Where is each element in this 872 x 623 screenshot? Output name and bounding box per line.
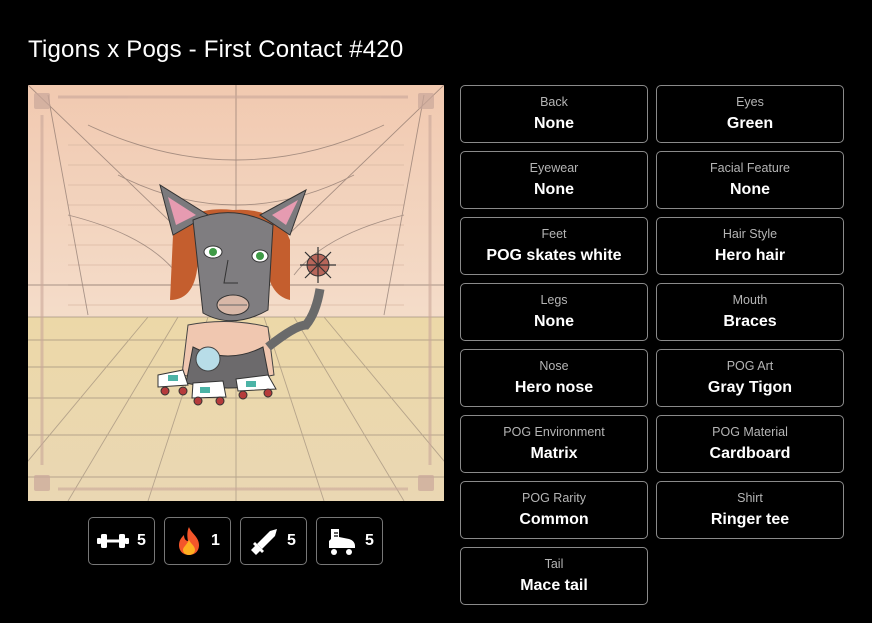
stat-strength: 5	[88, 517, 155, 565]
fire-icon	[179, 527, 200, 555]
trait-key: POG Environment	[503, 424, 605, 439]
trait-key: Back	[540, 94, 568, 109]
trait-value: Braces	[723, 312, 777, 330]
sword-icon	[251, 529, 278, 555]
stat-attack: 5	[240, 517, 307, 565]
skate-icon	[329, 529, 356, 555]
trait-card-pog-material[interactable]: POG Material Cardboard	[656, 415, 844, 473]
trait-value: Hero hair	[714, 246, 786, 264]
page-title: Tigons x Pogs - First Contact #420	[28, 36, 404, 64]
trait-card-feet[interactable]: Feet POG skates white	[460, 217, 648, 275]
nft-artwork	[28, 85, 444, 501]
traits-grid: Back None Eyes Green Eyewear None Facial Fe…	[460, 85, 844, 605]
nft-image	[28, 85, 444, 501]
trait-value: Common	[519, 510, 589, 528]
trait-value: Ringer tee	[710, 510, 790, 528]
stat-attack-value: 5	[287, 532, 296, 549]
trait-card-pog-environment[interactable]: POG Environment Matrix	[460, 415, 648, 473]
trait-key: Legs	[540, 292, 568, 307]
stat-speed: 5	[316, 517, 383, 565]
trait-key: Tail	[544, 556, 564, 571]
trait-key: Facial Feature	[710, 160, 790, 175]
trait-key: Eyewear	[529, 160, 579, 175]
trait-card-back[interactable]: Back None	[460, 85, 648, 143]
trait-value: POG skates white	[486, 246, 622, 264]
trait-key: Mouth	[732, 292, 768, 307]
trait-card-shirt[interactable]: Shirt Ringer tee	[656, 481, 844, 539]
trait-value: None	[730, 180, 770, 198]
trait-card-mouth[interactable]: Mouth Braces	[656, 283, 844, 341]
trait-card-pog-rarity[interactable]: POG Rarity Common	[460, 481, 648, 539]
trait-card-tail[interactable]: Tail Mace tail	[460, 547, 648, 605]
trait-value: None	[534, 114, 574, 132]
trait-value: Mace tail	[520, 576, 588, 594]
trait-value: Green	[726, 114, 774, 132]
dumbbell-icon	[97, 534, 130, 548]
trait-card-eyes[interactable]: Eyes Green	[656, 85, 844, 143]
trait-card-eyewear[interactable]: Eyewear None	[460, 151, 648, 209]
trait-key: Eyes	[736, 94, 764, 109]
trait-value: Hero nose	[514, 378, 594, 396]
trait-card-legs[interactable]: Legs None	[460, 283, 648, 341]
trait-key: Hair Style	[722, 226, 778, 241]
trait-card-pog-art[interactable]: POG Art Gray Tigon	[656, 349, 844, 407]
trait-value: Gray Tigon	[707, 378, 793, 396]
trait-key: Shirt	[737, 490, 763, 505]
trait-card-nose[interactable]: Nose Hero nose	[460, 349, 648, 407]
stat-speed-value: 5	[365, 532, 374, 549]
stat-strength-value: 5	[137, 532, 146, 549]
stats-bar: 5 1 5 5	[88, 517, 383, 565]
trait-key: POG Art	[726, 358, 774, 373]
trait-key: Nose	[539, 358, 569, 373]
trait-value: Matrix	[530, 444, 578, 462]
stat-fire-value: 1	[211, 532, 220, 549]
stat-fire: 1	[164, 517, 231, 565]
trait-card-hair-style[interactable]: Hair Style Hero hair	[656, 217, 844, 275]
trait-value: None	[534, 180, 574, 198]
trait-value: Cardboard	[709, 444, 791, 462]
trait-key: POG Material	[712, 424, 788, 439]
trait-key: POG Rarity	[522, 490, 586, 505]
trait-key: Feet	[541, 226, 567, 241]
trait-value: None	[534, 312, 574, 330]
trait-card-facial-feature[interactable]: Facial Feature None	[656, 151, 844, 209]
